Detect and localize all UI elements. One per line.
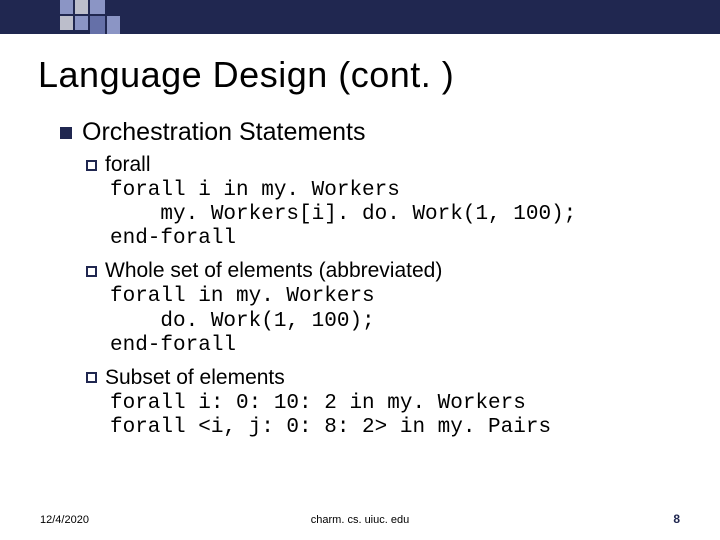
bullet-level1: Orchestration Statements: [60, 118, 660, 147]
bullet1-label: Orchestration Statements: [82, 118, 365, 147]
bullet-level2-subset: Subset of elements: [86, 366, 660, 390]
hollow-square-bullet-icon: [86, 372, 97, 383]
sub3-label: Subset of elements: [105, 366, 285, 390]
footer-page-number: 8: [673, 512, 680, 526]
code-block-3: forall i: 0: 10: 2 in my. Workers forall…: [110, 392, 660, 440]
bullet-level2-whole: Whole set of elements (abbreviated): [86, 259, 660, 283]
sub2-label: Whole set of elements (abbreviated): [105, 259, 442, 283]
hollow-square-bullet-icon: [86, 160, 97, 171]
footer-center: charm. cs. uiuc. edu: [0, 514, 720, 526]
code-block-1: forall i in my. Workers my. Workers[i]. …: [110, 179, 660, 251]
code-block-2: forall in my. Workers do. Work(1, 100); …: [110, 285, 660, 357]
header-grid-icon: [60, 0, 130, 34]
slide: Language Design (cont. ) Orchestration S…: [0, 0, 720, 540]
content-body: Orchestration Statements forall forall i…: [60, 118, 660, 448]
page-title: Language Design (cont. ): [38, 54, 454, 96]
hollow-square-bullet-icon: [86, 266, 97, 277]
bullet-level2-forall: forall: [86, 153, 660, 177]
sub1-label: forall: [105, 153, 151, 177]
square-bullet-icon: [60, 127, 72, 139]
